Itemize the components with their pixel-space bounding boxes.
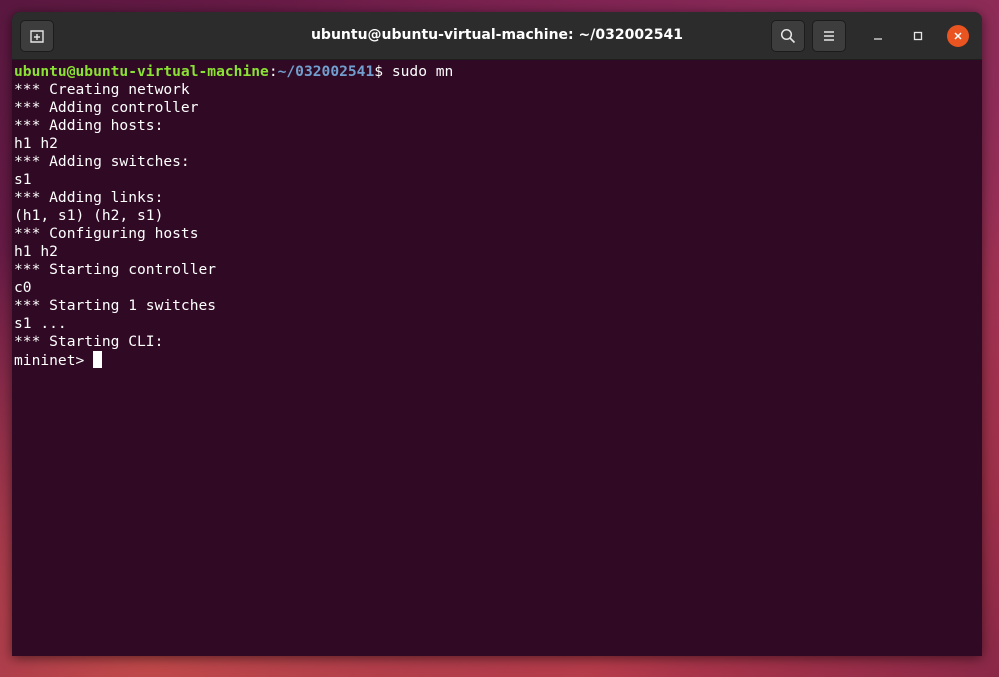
minimize-button[interactable] bbox=[867, 25, 889, 47]
output-line: h1 h2 bbox=[14, 243, 58, 260]
prompt-path: ~/032002541 bbox=[277, 63, 375, 80]
output-line: c0 bbox=[14, 279, 32, 296]
search-button[interactable] bbox=[771, 20, 805, 52]
maximize-icon bbox=[913, 31, 923, 41]
maximize-button[interactable] bbox=[907, 25, 929, 47]
command-text: sudo mn bbox=[391, 63, 454, 80]
new-tab-icon bbox=[30, 30, 44, 43]
close-button[interactable] bbox=[947, 25, 969, 47]
terminal-window: ubuntu@ubuntu-virtual-machine: ~/0320025… bbox=[12, 12, 982, 656]
prompt-user: ubuntu@ubuntu-virtual-machine bbox=[14, 63, 269, 80]
output-line: *** Starting CLI: bbox=[14, 333, 164, 350]
minimize-icon bbox=[874, 38, 882, 40]
output-line: *** Starting 1 switches bbox=[14, 297, 217, 314]
output-line: *** Adding hosts: bbox=[14, 117, 164, 134]
output-line: *** Adding switches: bbox=[14, 153, 190, 170]
output-line: *** Adding links: bbox=[14, 189, 164, 206]
mininet-prompt: mininet> bbox=[14, 352, 94, 369]
titlebar: ubuntu@ubuntu-virtual-machine: ~/0320025… bbox=[12, 12, 982, 60]
new-tab-button[interactable] bbox=[20, 20, 54, 52]
prompt-symbol: $ bbox=[374, 63, 392, 80]
command-line: ubuntu@ubuntu-virtual-machine:~/03200254… bbox=[14, 63, 982, 81]
mininet-prompt-line: mininet> bbox=[14, 351, 982, 369]
hamburger-menu-icon bbox=[824, 31, 834, 41]
output-line: (h1, s1) (h2, s1) bbox=[14, 207, 164, 224]
search-icon bbox=[780, 28, 796, 44]
output-line: *** Adding controller bbox=[14, 99, 199, 116]
terminal-area[interactable]: ubuntu@ubuntu-virtual-machine:~/03200254… bbox=[12, 60, 982, 656]
output-line: s1 ... bbox=[14, 315, 67, 332]
menu-button[interactable] bbox=[812, 20, 846, 52]
output-line: *** Creating network bbox=[14, 81, 190, 98]
output-line: h1 h2 bbox=[14, 135, 58, 152]
prompt-separator: : bbox=[268, 63, 278, 80]
output-line: *** Starting controller bbox=[14, 261, 217, 278]
text-cursor bbox=[93, 351, 103, 368]
output-line: *** Configuring hosts bbox=[14, 225, 199, 242]
close-icon bbox=[954, 32, 962, 40]
output-line: s1 bbox=[14, 171, 32, 188]
